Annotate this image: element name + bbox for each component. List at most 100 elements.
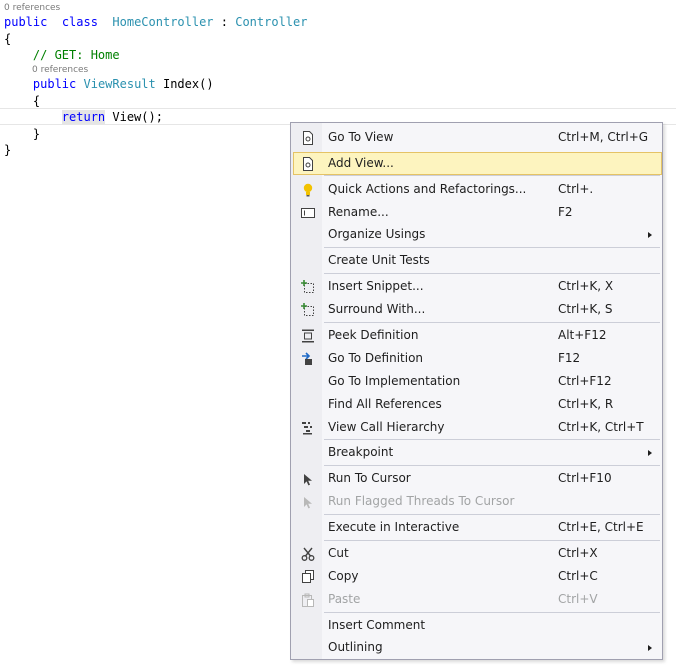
cursor-arrow-icon <box>301 495 315 509</box>
menu-item-breakpoint[interactable]: Breakpoint <box>293 441 662 464</box>
menu-item-insert-comment[interactable]: Insert Comment <box>293 614 662 637</box>
menu-item-shortcut: Ctrl+M, Ctrl+G <box>558 130 649 144</box>
menu-separator <box>324 175 660 176</box>
menu-separator <box>324 540 660 541</box>
code-keyword: return <box>61 110 106 124</box>
scissors-icon <box>301 547 315 561</box>
menu-item-go-to-view[interactable]: Go To View Ctrl+M, Ctrl+G <box>293 126 662 149</box>
menu-item-label: Run To Cursor <box>328 471 411 485</box>
context-menu: Go To View Ctrl+M, Ctrl+G Add View... Qui… <box>290 122 663 660</box>
menu-item-label: Organize Usings <box>328 227 426 241</box>
menu-separator <box>324 439 660 440</box>
menu-item-run-flagged-threads: Run Flagged Threads To Cursor <box>293 490 662 513</box>
menu-item-rename[interactable]: Rename... F2 <box>293 201 662 224</box>
menu-separator <box>324 514 660 515</box>
code-line: { <box>4 31 11 47</box>
menu-item-label: Quick Actions and Refactorings... <box>328 182 527 196</box>
menu-item-quick-actions[interactable]: Quick Actions and Refactorings... Ctrl+. <box>293 178 662 201</box>
menu-item-label: Execute in Interactive <box>328 520 460 534</box>
code-type: HomeController <box>112 15 214 29</box>
code-text: Index() <box>155 77 214 91</box>
menu-item-peek-definition[interactable]: Peek Definition Alt+F12 <box>293 324 662 347</box>
class-references-codelens[interactable]: 0 references <box>4 2 60 14</box>
menu-separator <box>324 247 660 248</box>
menu-item-label: Find All References <box>328 397 442 411</box>
menu-item-cut[interactable]: Cut Ctrl+X <box>293 542 662 565</box>
code-line: } <box>4 142 11 158</box>
go-to-view-icon <box>301 131 315 145</box>
menu-item-shortcut: Alt+F12 <box>558 328 607 342</box>
menu-item-label: Create Unit Tests <box>328 253 430 267</box>
code-text: { <box>4 94 41 108</box>
code-text: } <box>4 127 41 141</box>
copy-icon <box>301 570 315 584</box>
menu-item-label: Surround With... <box>328 302 426 316</box>
menu-item-outlining[interactable]: Outlining <box>293 636 662 659</box>
add-view-icon <box>301 157 315 171</box>
menu-item-go-to-definition[interactable]: Go To Definition F12 <box>293 347 662 370</box>
menu-item-create-unit-tests[interactable]: Create Unit Tests <box>293 249 662 272</box>
menu-item-shortcut: Ctrl+K, R <box>558 397 614 411</box>
code-type: ViewResult <box>83 77 156 91</box>
menu-item-shortcut: Ctrl+K, Ctrl+T <box>558 420 644 434</box>
menu-item-run-to-cursor[interactable]: Run To Cursor Ctrl+F10 <box>293 467 662 490</box>
code-line: } <box>4 126 40 142</box>
code-line: return View(); <box>4 109 163 125</box>
menu-separator <box>324 465 660 466</box>
menu-item-organize-usings[interactable]: Organize Usings <box>293 223 662 246</box>
menu-item-add-view[interactable]: Add View... <box>293 152 662 175</box>
paste-icon <box>301 593 315 607</box>
menu-item-label: Go To Implementation <box>328 374 461 388</box>
surround-with-icon <box>301 303 315 317</box>
submenu-arrow-icon <box>648 450 652 456</box>
menu-item-shortcut: Ctrl+F12 <box>558 374 612 388</box>
menu-item-shortcut: Ctrl+K, X <box>558 279 614 293</box>
menu-item-execute-in-interactive[interactable]: Execute in Interactive Ctrl+E, Ctrl+E <box>293 516 662 539</box>
code-type: Controller <box>235 15 308 29</box>
code-keyword: class <box>61 15 98 29</box>
menu-item-shortcut: Ctrl+X <box>558 546 598 560</box>
menu-item-find-all-references[interactable]: Find All References Ctrl+K, R <box>293 393 662 416</box>
menu-item-label: Peek Definition <box>328 328 419 342</box>
method-references-codelens[interactable]: 0 references <box>32 64 88 76</box>
menu-item-label: Add View... <box>328 156 394 170</box>
menu-item-go-to-implementation[interactable]: Go To Implementation Ctrl+F12 <box>293 370 662 393</box>
menu-item-insert-snippet[interactable]: Insert Snippet... Ctrl+K, X <box>293 275 662 298</box>
code-text: { <box>4 32 12 46</box>
menu-item-label: View Call Hierarchy <box>328 420 445 434</box>
menu-item-shortcut: Ctrl+E, Ctrl+E <box>558 520 644 534</box>
menu-item-label: Go To View <box>328 130 394 144</box>
menu-separator <box>324 612 660 613</box>
code-text: } <box>4 143 12 157</box>
menu-item-shortcut: F12 <box>558 351 581 365</box>
go-to-definition-icon <box>301 352 315 366</box>
menu-item-shortcut: Ctrl+K, S <box>558 302 613 316</box>
code-line: // GET: Home <box>4 47 120 63</box>
menu-item-label: Run Flagged Threads To Cursor <box>328 494 515 508</box>
call-hierarchy-icon <box>301 421 315 435</box>
submenu-arrow-icon <box>648 645 652 651</box>
menu-separator <box>324 273 660 274</box>
insert-snippet-icon <box>301 280 315 294</box>
menu-item-label: Breakpoint <box>328 445 394 459</box>
submenu-arrow-icon <box>648 232 652 238</box>
menu-item-shortcut: Ctrl+V <box>558 592 598 606</box>
menu-item-label: Go To Definition <box>328 351 424 365</box>
menu-item-label: Insert Snippet... <box>328 279 424 293</box>
rename-icon <box>301 206 315 220</box>
menu-item-copy[interactable]: Copy Ctrl+C <box>293 565 662 588</box>
menu-item-label: Copy <box>328 569 359 583</box>
menu-item-surround-with[interactable]: Surround With... Ctrl+K, S <box>293 298 662 321</box>
menu-item-shortcut: Ctrl+C <box>558 569 598 583</box>
menu-item-paste: Paste Ctrl+V <box>293 588 662 611</box>
code-line: { <box>4 93 40 109</box>
menu-item-label: Insert Comment <box>328 618 426 632</box>
menu-item-view-call-hierarchy[interactable]: View Call Hierarchy Ctrl+K, Ctrl+T <box>293 416 662 439</box>
code-text: View(); <box>105 110 163 124</box>
